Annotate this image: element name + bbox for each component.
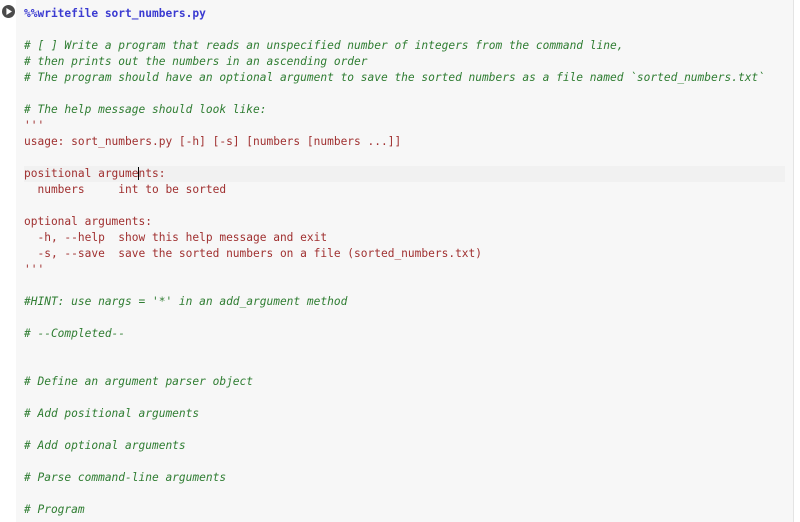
comment-line: # The program should have an optional ar…: [24, 71, 765, 84]
run-cell-button[interactable]: [2, 5, 15, 18]
code-editor[interactable]: %%writefile sort_numbers.py # [ ] Write …: [16, 0, 794, 522]
string-delim: ''': [24, 263, 44, 276]
string-delim: ''': [24, 119, 44, 132]
comment-line: # then prints out the numbers in an asce…: [24, 55, 368, 68]
cell-gutter: [0, 0, 16, 522]
docstring-line: usage: sort_numbers.py [-h] [-s] [number…: [24, 135, 401, 148]
docstring-line: -s, --save save the sorted numbers on a …: [24, 247, 482, 260]
comment-line: # Add optional arguments: [24, 439, 186, 452]
comment-line: # Parse command-line arguments: [24, 471, 226, 484]
play-icon: [5, 8, 12, 15]
comment-line: # Program: [24, 503, 85, 516]
comment-line: # --Completed--: [24, 327, 125, 340]
docstring-line: -h, --help show this help message and ex…: [24, 231, 327, 244]
docstring-line: numbers int to be sorted: [24, 183, 226, 196]
docstring-line: optional arguments:: [24, 215, 152, 228]
docstring-line: nts:: [139, 167, 166, 180]
comment-line: # Define an argument parser object: [24, 375, 253, 388]
comment-line: #HINT: use nargs = '*' in an add_argumen…: [24, 295, 347, 308]
magic-command: %%writefile sort_numbers.py: [24, 7, 206, 20]
comment-line: # Add positional arguments: [24, 407, 199, 420]
text-cursor-position: e: [132, 166, 139, 182]
code-content: %%writefile sort_numbers.py # [ ] Write …: [24, 6, 785, 518]
docstring-line: positional argum: [24, 167, 132, 180]
comment-line: # [ ] Write a program that reads an unsp…: [24, 39, 623, 52]
code-cell: %%writefile sort_numbers.py # [ ] Write …: [0, 0, 800, 522]
comment-line: # The help message should look like:: [24, 103, 266, 116]
